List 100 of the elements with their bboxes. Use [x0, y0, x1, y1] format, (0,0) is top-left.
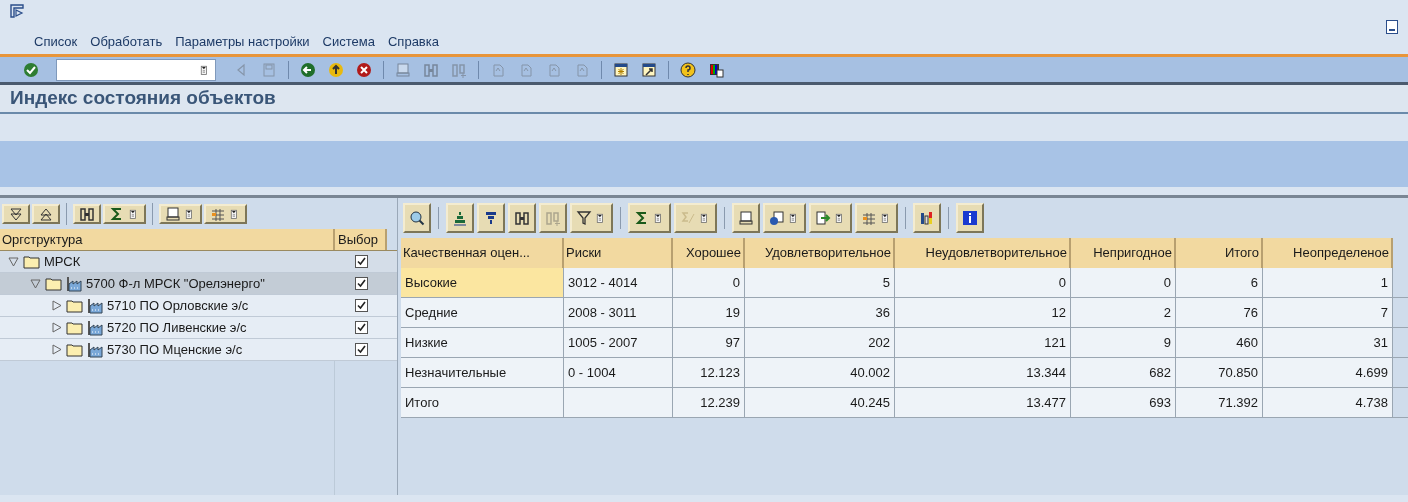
table-cell: 4.738 — [1263, 388, 1393, 417]
table-cell: 40.245 — [745, 388, 895, 417]
expand-triangle-icon[interactable] — [52, 300, 62, 311]
table-cell: 71.392 — [1176, 388, 1263, 417]
tree-node-label[interactable]: 5720 ПО Ливенские э/с — [107, 317, 247, 338]
checkbox[interactable] — [354, 299, 368, 312]
tree-node-label[interactable]: 5730 ПО Мценские э/с — [107, 339, 243, 360]
sort-ascending-button[interactable] — [446, 203, 474, 233]
checkbox[interactable] — [354, 321, 368, 334]
table-cell: 6 — [1176, 268, 1263, 297]
table-cell: 9 — [1071, 328, 1176, 357]
column-header[interactable]: Удовлетворительное — [745, 238, 895, 268]
printer-icon — [738, 210, 754, 226]
binoculars-button[interactable] — [73, 203, 101, 224]
table-cell: 97 — [673, 328, 745, 357]
bar-chart-icon — [919, 210, 935, 226]
folder-icon — [45, 276, 62, 291]
tree-row[interactable]: 5720 ПО Ливенские э/с — [0, 317, 397, 339]
table-cell: Высокие — [401, 268, 564, 297]
magnifier-button[interactable] — [403, 203, 431, 233]
table-cell: Низкие — [401, 328, 564, 357]
checkbox[interactable] — [354, 277, 368, 290]
tree-row[interactable]: 5730 ПО Мценские э/с — [0, 339, 397, 361]
checkbox[interactable] — [354, 255, 368, 268]
menu-item[interactable]: Параметры настройки — [175, 32, 310, 52]
table-cell: 19 — [673, 298, 745, 327]
table-cell: 202 — [745, 328, 895, 357]
column-header: Выбор — [335, 229, 387, 250]
binoculars-button[interactable] — [508, 203, 536, 233]
menu-item[interactable]: Справка — [387, 32, 439, 52]
table-cell: 12.239 — [673, 388, 745, 417]
tree-node-label[interactable]: 5710 ПО Орловские э/с — [107, 295, 249, 316]
table-cell: 13.477 — [895, 388, 1071, 417]
folder-icon — [23, 254, 40, 269]
expand-triangle-icon[interactable] — [52, 322, 62, 333]
window-menu-icon[interactable] — [10, 4, 24, 18]
column-header[interactable]: Риски — [564, 238, 673, 268]
filter-icon — [576, 210, 592, 226]
checkbox[interactable] — [354, 343, 368, 356]
table-cell: 5 — [745, 268, 895, 297]
tree-row[interactable]: 5710 ПО Орловские э/с — [0, 295, 397, 317]
collapse-triangle-icon[interactable] — [8, 256, 19, 267]
expand-icon — [8, 205, 24, 222]
table-cell: 0 — [673, 268, 745, 297]
table-cell: 0 — [1071, 268, 1176, 297]
command-field[interactable] — [56, 58, 216, 81]
table-cell: 4.699 — [1263, 358, 1393, 387]
folder-icon — [66, 320, 83, 335]
printer-button[interactable] — [159, 203, 202, 224]
table-cell: 70.850 — [1176, 358, 1263, 387]
table-cell: 12.123 — [673, 358, 745, 387]
tree-row[interactable]: МРСК — [0, 251, 397, 273]
table-cell: Незначительные — [401, 358, 564, 387]
printer-button[interactable] — [732, 203, 760, 233]
sigma-button[interactable] — [103, 203, 146, 224]
table-cell: 31 — [1263, 328, 1393, 357]
table-cell: 12 — [895, 298, 1071, 327]
bar-chart-button[interactable] — [913, 203, 941, 233]
column-header[interactable]: Хорошее — [673, 238, 745, 268]
subtotal-icon — [680, 210, 696, 226]
table-cell: 1005 - 2007 — [564, 328, 673, 357]
views-button[interactable] — [763, 203, 806, 233]
grid-layout-button[interactable] — [204, 203, 247, 224]
column-header[interactable]: Итого — [1176, 238, 1263, 268]
table-cell: Средние — [401, 298, 564, 327]
table-cell: Итого — [401, 388, 564, 417]
table-cell: 3012 - 4014 — [564, 268, 673, 297]
collapse-button[interactable] — [32, 203, 60, 224]
export-icon — [815, 210, 831, 226]
menu-item[interactable]: Список — [34, 32, 78, 52]
table-cell: 7 — [1263, 298, 1393, 327]
tree-node-label[interactable]: 5700 Ф-л МРСК "Орелэнерго" — [86, 273, 265, 294]
printer-icon — [165, 205, 181, 222]
table-cell: 13.344 — [895, 358, 1071, 387]
table-cell: 2 — [1071, 298, 1176, 327]
info-button[interactable] — [956, 203, 984, 233]
column-header[interactable]: Непригодное — [1071, 238, 1176, 268]
sigma-button[interactable] — [628, 203, 671, 233]
tree-row[interactable]: 5700 Ф-л МРСК "Орелэнерго" — [0, 273, 397, 295]
binoculars-plus-icon — [545, 210, 561, 226]
sort-descending-icon — [483, 210, 499, 226]
tree-node-label[interactable]: МРСК — [44, 251, 81, 272]
table-cell: 76 — [1176, 298, 1263, 327]
menu-item[interactable]: Обработать — [90, 32, 163, 52]
column-header[interactable]: Качественная оцен... — [401, 238, 564, 268]
table-cell: 2008 - 3011 — [564, 298, 673, 327]
filter-button[interactable] — [570, 203, 613, 233]
expand-triangle-icon[interactable] — [52, 344, 62, 355]
expand-button[interactable] — [2, 203, 30, 224]
grid-layout-button[interactable] — [855, 203, 898, 233]
column-header[interactable]: Неудовлетворительное — [895, 238, 1071, 268]
column-header[interactable]: Неопределеное — [1263, 238, 1393, 268]
menu-item[interactable]: Система — [322, 32, 375, 52]
table-cell: 1 — [1263, 268, 1393, 297]
table-cell: 682 — [1071, 358, 1176, 387]
minimize-icon[interactable] — [1386, 20, 1398, 34]
table-cell: 40.002 — [745, 358, 895, 387]
export-button[interactable] — [809, 203, 852, 233]
sort-descending-button[interactable] — [477, 203, 505, 233]
collapse-triangle-icon[interactable] — [30, 278, 41, 289]
